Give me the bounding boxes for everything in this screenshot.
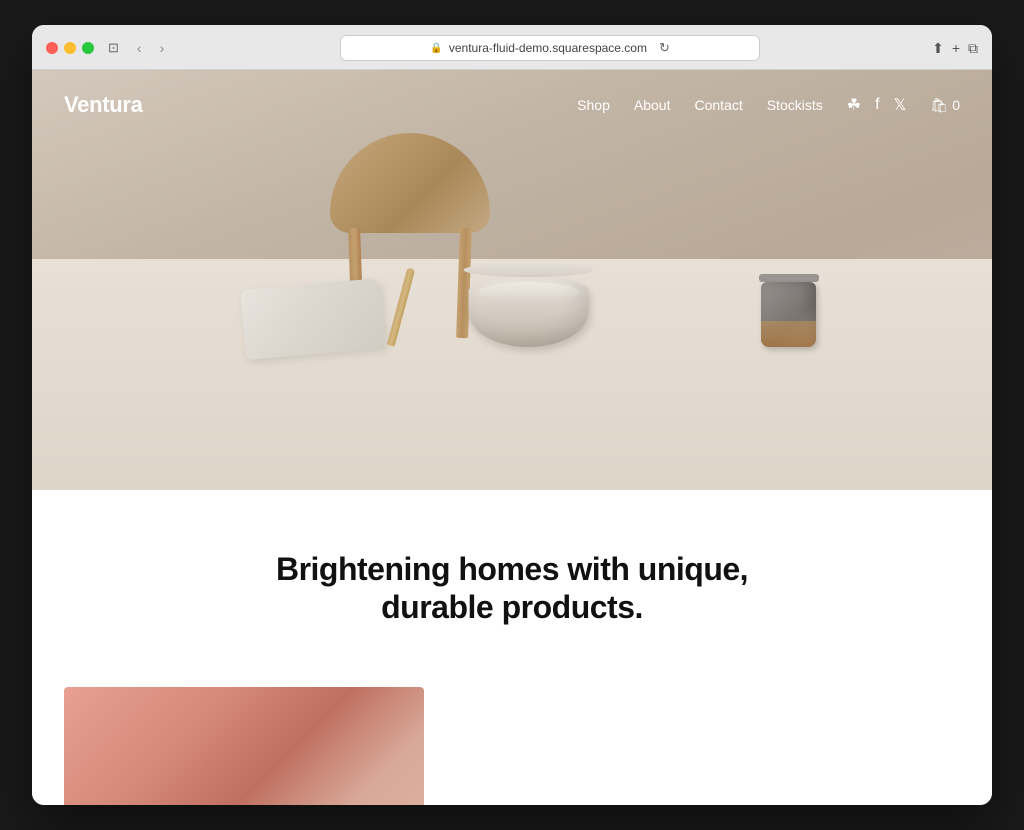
cart-count: 0 — [952, 97, 960, 113]
bowl-rim — [464, 263, 594, 277]
social-icons: ☘ f 𝕏 — [847, 95, 907, 115]
tabs-button[interactable]: ⧉ — [968, 40, 978, 57]
twitter-icon[interactable]: 𝕏 — [894, 95, 907, 115]
content-section: Brightening homes with unique, durable p… — [32, 490, 992, 667]
hero-section: Ventura Shop About Contact Stockists ☘ f… — [32, 70, 992, 490]
cart-bag-icon: 🛍 — [930, 97, 948, 114]
site-nav: Shop About Contact Stockists ☘ f 𝕏 🛍 0 — [577, 95, 960, 115]
minimize-button[interactable] — [64, 42, 76, 54]
browser-actions: ⬆ + ⧉ — [932, 40, 978, 57]
share-button[interactable]: ⬆ — [932, 40, 944, 57]
site-logo[interactable]: Ventura — [64, 92, 143, 118]
reload-button[interactable]: ↻ — [659, 40, 670, 56]
bowl-body — [469, 277, 589, 347]
instagram-icon[interactable]: ☘ — [847, 95, 861, 115]
site-header: Ventura Shop About Contact Stockists ☘ f… — [32, 70, 992, 140]
facebook-icon[interactable]: f — [875, 96, 879, 114]
tagline-line2: durable products. — [381, 589, 643, 625]
cart-icon[interactable]: 🛍 0 — [930, 97, 960, 114]
small-cup-rim — [759, 274, 819, 282]
website-content: Ventura Shop About Contact Stockists ☘ f… — [32, 70, 992, 805]
product-preview — [32, 667, 992, 805]
nav-contact[interactable]: Contact — [694, 97, 742, 113]
product-image — [64, 687, 424, 805]
product-area: Featured Create A Site Like This Free tr… — [32, 667, 992, 805]
forward-button[interactable]: › — [156, 38, 169, 58]
url-text: ventura-fluid-demo.squarespace.com — [449, 41, 647, 55]
maximize-button[interactable] — [82, 42, 94, 54]
browser-window: ⊡ ‹ › 🔒 ventura-fluid-demo.squarespace.c… — [32, 25, 992, 805]
small-cup-body — [761, 282, 816, 347]
nav-stockists[interactable]: Stockists — [767, 97, 823, 113]
fabric — [243, 284, 383, 364]
nav-about[interactable]: About — [634, 97, 671, 113]
small-cup — [761, 278, 819, 347]
new-tab-button[interactable]: + — [952, 40, 960, 56]
tagline: Brightening homes with unique, durable p… — [64, 550, 960, 627]
browser-chrome: ⊡ ‹ › 🔒 ventura-fluid-demo.squarespace.c… — [32, 25, 992, 70]
close-button[interactable] — [46, 42, 58, 54]
window-icon-button[interactable]: ⊡ — [104, 38, 123, 58]
lock-icon: 🔒 — [430, 43, 442, 54]
fabric-main — [240, 278, 386, 360]
bowl — [469, 270, 594, 347]
nav-shop[interactable]: Shop — [577, 97, 610, 113]
product-image-bg — [64, 687, 424, 805]
traffic-lights — [46, 42, 94, 54]
tagline-line1: Brightening homes with unique, — [276, 551, 748, 587]
chair-backrest — [330, 133, 490, 233]
back-button[interactable]: ‹ — [133, 38, 146, 58]
address-bar[interactable]: 🔒 ventura-fluid-demo.squarespace.com ↻ — [340, 35, 760, 61]
